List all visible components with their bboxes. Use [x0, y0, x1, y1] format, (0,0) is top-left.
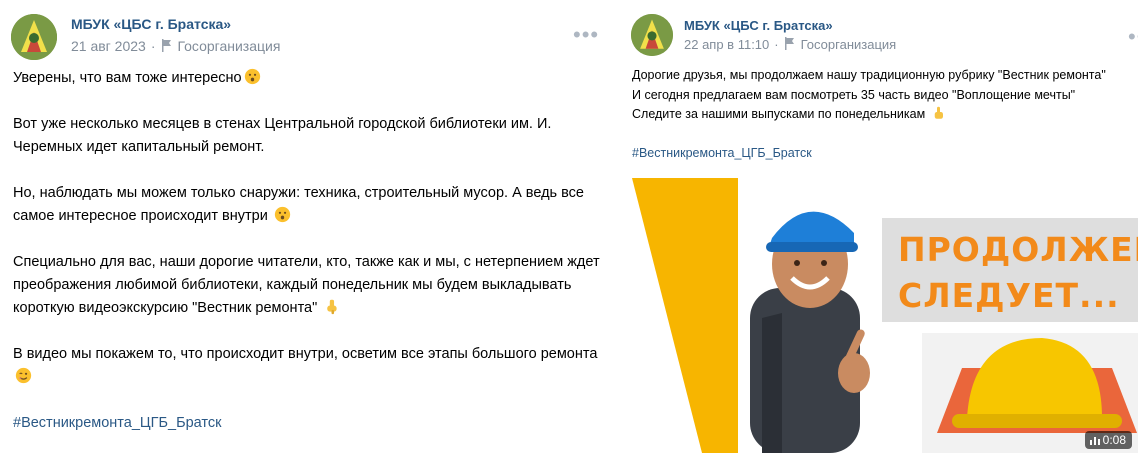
winking-face-emoji	[15, 367, 32, 384]
pointing-down-emoji	[327, 299, 337, 315]
more-options-icon[interactable]: •••	[1128, 26, 1138, 48]
library-logo-icon	[11, 14, 57, 60]
post-category: Госорганизация	[800, 37, 897, 52]
worker-illustration	[750, 211, 870, 453]
pointing-up-emoji	[934, 106, 943, 119]
paragraph: В видео мы покажем то, что происходит вн…	[13, 343, 603, 389]
video-duration-badge: 0:08	[1084, 431, 1132, 449]
post-meta: 22 апр в 11:10 · Госорганизация	[684, 37, 897, 52]
banner-line-1: ПРОДОЛЖЕНИЕ	[898, 230, 1138, 269]
post-text: Уверены, что вам тоже интересно Вот уже …	[13, 67, 603, 435]
text-line: Следите за нашими выпусками по понедельн…	[632, 105, 1138, 125]
more-options-icon[interactable]: •••	[573, 24, 599, 46]
post-meta: 21 авг 2023 · Госорганизация	[71, 38, 281, 54]
avatar[interactable]	[11, 14, 57, 60]
post-date[interactable]: 21 авг 2023	[71, 38, 146, 54]
flag-icon	[784, 37, 794, 50]
post-category: Госорганизация	[177, 38, 281, 54]
hashtag-link[interactable]: #Вестникремонта_ЦГБ_Братск	[632, 144, 1138, 164]
banner-text-box: ПРОДОЛЖЕНИЕ СЛЕДУЕТ...	[882, 218, 1138, 322]
hashtag-link[interactable]: #Вестникремонта_ЦГБ_Братск	[13, 412, 603, 435]
author-name[interactable]: МБУК «ЦБС г. Братска»	[684, 18, 833, 33]
avatar[interactable]	[631, 14, 673, 56]
paragraph: Вот уже несколько месяцев в стенах Центр…	[13, 116, 552, 155]
video-player[interactable]: ПРОДОЛЖЕНИЕ СЛЕДУЕТ... 0:08	[632, 178, 1138, 453]
author-name[interactable]: МБУК «ЦБС г. Братска»	[71, 16, 231, 32]
post-text: Дорогие друзья, мы продолжаем нашу тради…	[632, 66, 1138, 164]
post-2: МБУК «ЦБС г. Братска» 22 апр в 11:10 · Гос…	[620, 0, 1138, 453]
library-logo-icon	[631, 14, 673, 56]
post-date[interactable]: 22 апр в 11:10	[684, 37, 769, 52]
sound-bars-icon	[1089, 437, 1100, 445]
paragraph: Уверены, что вам тоже интересно	[13, 67, 603, 90]
text-line: Дорогие друзья, мы продолжаем нашу тради…	[632, 68, 1106, 82]
hushed-face-emoji	[274, 206, 290, 223]
text-line: И сегодня предлагаем вам посмотреть 35 ч…	[632, 87, 1076, 102]
post-1: МБУК «ЦБС г. Братска» 21 авг 2023 · Госорг…	[0, 0, 612, 453]
paragraph: Но, наблюдать мы можем только снаружи: т…	[13, 185, 584, 224]
paragraph: Специально для вас, наши дорогие читател…	[13, 254, 600, 316]
banner-line-2: СЛЕДУЕТ...	[898, 276, 1120, 315]
flag-icon	[161, 39, 171, 52]
hushed-face-emoji	[244, 68, 260, 85]
